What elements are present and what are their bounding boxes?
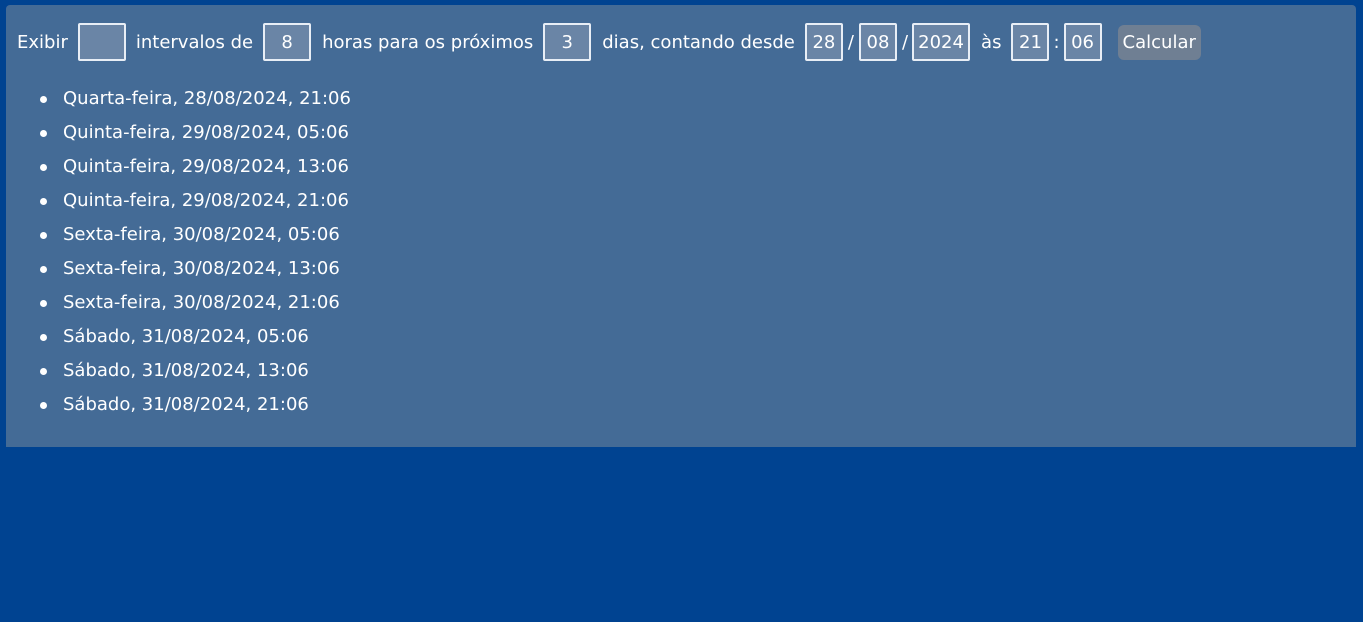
list-item-text: Quarta-feira, 28/08/2024, 21:06: [63, 88, 351, 109]
list-item-text: Quinta-feira, 29/08/2024, 05:06: [63, 122, 349, 143]
month-input[interactable]: 08: [858, 23, 897, 61]
list-item: Quinta-feira, 29/08/2024, 13:06: [6, 150, 351, 184]
list-item: Quinta-feira, 29/08/2024, 21:06: [6, 184, 351, 218]
time-separator: :: [1053, 31, 1060, 53]
bullet-icon: [40, 402, 47, 409]
list-item: Quarta-feira, 28/08/2024, 21:06: [6, 82, 351, 116]
hours-input[interactable]: 8: [263, 23, 312, 61]
list-item-text: Sexta-feira, 30/08/2024, 05:06: [63, 224, 340, 245]
bullet-icon: [40, 164, 47, 171]
hour-input[interactable]: 21: [1011, 23, 1050, 61]
minute-input[interactable]: 06: [1063, 23, 1102, 61]
results-list: Quarta-feira, 28/08/2024, 21:06 Quinta-f…: [6, 82, 351, 422]
days-since-label: dias, contando desde: [602, 31, 795, 53]
bullet-icon: [40, 300, 47, 307]
bullet-icon: [40, 232, 47, 239]
list-item: Sexta-feira, 30/08/2024, 21:06: [6, 286, 351, 320]
year-input[interactable]: 2024: [912, 23, 971, 61]
intervals-label: intervalos de: [135, 31, 254, 53]
at-label: às: [981, 31, 1002, 53]
bullet-icon: [40, 334, 47, 341]
list-item: Sábado, 31/08/2024, 21:06: [6, 388, 351, 422]
list-item-text: Quinta-feira, 29/08/2024, 21:06: [63, 190, 349, 211]
list-item-text: Quinta-feira, 29/08/2024, 13:06: [63, 156, 349, 177]
interval-count-input[interactable]: [77, 23, 126, 61]
date-separator: /: [901, 31, 909, 53]
list-item: Sábado, 31/08/2024, 05:06: [6, 320, 351, 354]
bullet-icon: [40, 198, 47, 205]
days-input[interactable]: 3: [543, 23, 592, 61]
list-item: Sexta-feira, 30/08/2024, 13:06: [6, 252, 351, 286]
bullet-icon: [40, 96, 47, 103]
interval-form: Exibir intervalos de 8 horas para os pró…: [17, 23, 1201, 61]
list-item-text: Sábado, 31/08/2024, 05:06: [63, 326, 309, 347]
day-input[interactable]: 28: [804, 23, 843, 61]
list-item-text: Sexta-feira, 30/08/2024, 21:06: [63, 292, 340, 313]
show-label: Exibir: [17, 31, 68, 53]
bullet-icon: [40, 368, 47, 375]
bullet-icon: [40, 130, 47, 137]
bullet-icon: [40, 266, 47, 273]
list-item-text: Sábado, 31/08/2024, 21:06: [63, 394, 309, 415]
list-item-text: Sábado, 31/08/2024, 13:06: [63, 360, 309, 381]
hours-next-label: horas para os próximos: [322, 31, 534, 53]
list-item: Quinta-feira, 29/08/2024, 05:06: [6, 116, 351, 150]
list-item: Sábado, 31/08/2024, 13:06: [6, 354, 351, 388]
date-separator: /: [847, 31, 854, 53]
list-item-text: Sexta-feira, 30/08/2024, 13:06: [63, 258, 340, 279]
calculate-button[interactable]: Calcular: [1117, 24, 1201, 60]
calculator-panel: Exibir intervalos de 8 horas para os pró…: [6, 5, 1356, 447]
list-item: Sexta-feira, 30/08/2024, 05:06: [6, 218, 351, 252]
